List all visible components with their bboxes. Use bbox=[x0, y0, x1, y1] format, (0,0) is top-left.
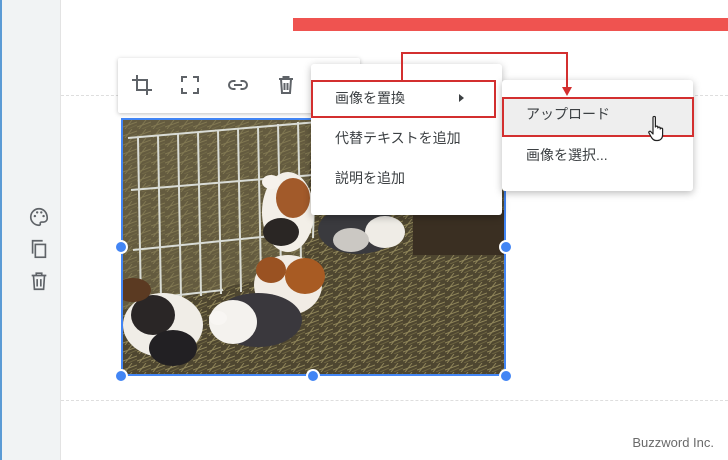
guide-arrow bbox=[401, 52, 572, 96]
watermark: Buzzword Inc. bbox=[632, 435, 714, 450]
hand-cursor-icon bbox=[648, 115, 664, 142]
